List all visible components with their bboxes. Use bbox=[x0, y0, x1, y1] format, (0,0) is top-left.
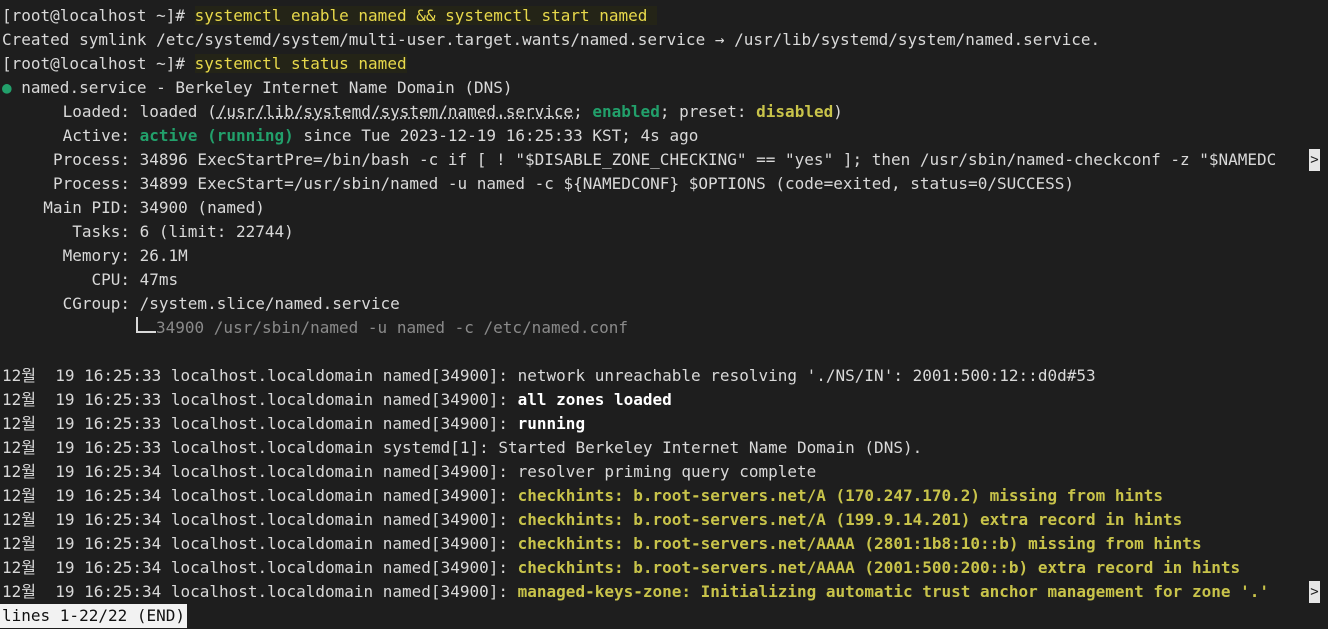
log-message: all zones loaded bbox=[517, 390, 672, 409]
loaded-sep: ; bbox=[573, 102, 593, 121]
memory-label: Memory: bbox=[62, 246, 130, 265]
truncation-marker: > bbox=[1309, 149, 1320, 171]
log-prefix: 12월 19 16:25:34 localhost.localdomain na… bbox=[2, 558, 518, 577]
log-prefix: 12월 19 16:25:34 localhost.localdomain na… bbox=[2, 486, 518, 505]
active-label: Active: bbox=[62, 126, 130, 145]
unit-file-path: /usr/lib/systemd/system/named.service bbox=[216, 102, 574, 121]
process-value: 34896 ExecStartPre=/bin/bash -c if [ ! "… bbox=[130, 150, 1277, 169]
log-message: checkhints: b.root-servers.net/A (199.9.… bbox=[517, 510, 1183, 529]
prompt-line-1: [root@localhost ~]# systemctl enable nam… bbox=[2, 4, 658, 28]
log-prefix: 12월 19 16:25:34 localhost.localdomain na… bbox=[2, 534, 518, 553]
cgroup-child-row: 34900 /usr/sbin/named -u named -c /etc/n… bbox=[2, 316, 628, 340]
loaded-mid: ; preset: bbox=[659, 102, 757, 121]
cgroup-value: /system.slice/named.service bbox=[130, 294, 400, 313]
log-prefix: 12월 19 16:25:33 localhost.localdomain na… bbox=[2, 390, 518, 409]
symlink-output: Created symlink /etc/systemd/system/mult… bbox=[2, 30, 1101, 49]
enabled-state: enabled bbox=[592, 102, 660, 121]
cpu-row: CPU: 47ms bbox=[2, 268, 178, 292]
memory-row: Memory: 26.1M bbox=[2, 244, 188, 268]
log-message: resolver priming query complete bbox=[517, 462, 817, 481]
log-line: 12월 19 16:25:34 localhost.localdomain na… bbox=[2, 484, 1163, 508]
log-line: 12월 19 16:25:34 localhost.localdomain na… bbox=[2, 556, 1240, 580]
terminal-window[interactable]: [root@localhost ~]# systemctl enable nam… bbox=[0, 0, 1328, 629]
status-dot-icon: ● bbox=[2, 78, 12, 97]
log-message: managed-keys-zone: Initializing automati… bbox=[517, 582, 1269, 601]
loaded-end: ) bbox=[833, 102, 843, 121]
truncation-marker: > bbox=[1309, 581, 1320, 603]
process-label: Process: bbox=[52, 174, 130, 193]
command-status: systemctl status named bbox=[194, 54, 407, 73]
tasks-label: Tasks: bbox=[72, 222, 130, 241]
log-line: 12월 19 16:25:33 localhost.localdomain na… bbox=[2, 364, 1096, 388]
log-prefix: 12월 19 16:25:33 localhost.localdomain na… bbox=[2, 414, 518, 433]
log-line: 12월 19 16:25:33 localhost.localdomain na… bbox=[2, 412, 585, 436]
log-message: running bbox=[517, 414, 586, 433]
log-message: checkhints: b.root-servers.net/A (170.24… bbox=[517, 486, 1164, 505]
shell-prompt: [root@localhost ~]# bbox=[2, 54, 195, 73]
process-value: 34899 ExecStart=/usr/sbin/named -u named… bbox=[130, 174, 1075, 193]
cgroup-row: CGroup: /system.slice/named.service bbox=[2, 292, 400, 316]
active-since: since Tue 2023-12-19 16:25:33 KST; 4s ag… bbox=[293, 126, 699, 145]
tasks-row: Tasks: 6 (limit: 22744) bbox=[2, 220, 294, 244]
preset-state: disabled bbox=[756, 102, 834, 121]
cpu-label: CPU: bbox=[91, 270, 130, 289]
loaded-row: Loaded: loaded (/usr/lib/systemd/system/… bbox=[2, 100, 843, 124]
loaded-pre: loaded ( bbox=[130, 102, 217, 121]
loaded-label: Loaded: bbox=[62, 102, 130, 121]
mainpid-row: Main PID: 34900 (named) bbox=[2, 196, 265, 220]
active-row: Active: active (running) since Tue 2023-… bbox=[2, 124, 699, 148]
log-prefix: 12월 19 16:25:34 localhost.localdomain na… bbox=[2, 462, 518, 481]
log-prefix: 12월 19 16:25:34 localhost.localdomain na… bbox=[2, 510, 518, 529]
tree-branch-icon bbox=[136, 316, 156, 333]
log-line: 12월 19 16:25:34 localhost.localdomain na… bbox=[2, 532, 1202, 556]
process-label: Process: bbox=[52, 150, 130, 169]
process-row-1: Process: 34896 ExecStartPre=/bin/bash -c… bbox=[2, 148, 1308, 172]
process-row-2: Process: 34899 ExecStart=/usr/sbin/named… bbox=[2, 172, 1074, 196]
log-message: network unreachable resolving './NS/IN':… bbox=[517, 366, 1096, 385]
pager-status: lines 1-22/22 (END) bbox=[0, 604, 188, 628]
shell-prompt: [root@localhost ~]# bbox=[2, 6, 195, 25]
log-message: checkhints: b.root-servers.net/AAAA (280… bbox=[517, 534, 1202, 553]
log-line: 12월 19 16:25:34 localhost.localdomain na… bbox=[2, 508, 1182, 532]
log-line: 12월 19 16:25:34 localhost.localdomain na… bbox=[2, 460, 816, 484]
command-enable-start: systemctl enable named && systemctl star… bbox=[194, 6, 658, 25]
cgroup-child-process: 34900 /usr/sbin/named -u named -c /etc/n… bbox=[156, 318, 629, 337]
log-line: 12월 19 16:25:33 localhost.localdomain sy… bbox=[2, 436, 922, 460]
memory-value: 26.1M bbox=[130, 246, 188, 265]
active-state: active (running) bbox=[139, 126, 294, 145]
tasks-value: 6 (limit: 22744) bbox=[130, 222, 294, 241]
unit-header: ● named.service - Berkeley Internet Name… bbox=[2, 76, 513, 100]
log-prefix: 12월 19 16:25:33 localhost.localdomain sy… bbox=[2, 438, 499, 457]
log-message: Started Berkeley Internet Name Domain (D… bbox=[498, 438, 923, 457]
mainpid-label: Main PID: bbox=[43, 198, 130, 217]
mainpid-value: 34900 (named) bbox=[130, 198, 265, 217]
cpu-value: 47ms bbox=[130, 270, 179, 289]
log-line: 12월 19 16:25:33 localhost.localdomain na… bbox=[2, 388, 672, 412]
prompt-line-2: [root@localhost ~]# systemctl status nam… bbox=[2, 52, 407, 76]
log-prefix: 12월 19 16:25:33 localhost.localdomain na… bbox=[2, 366, 518, 385]
log-prefix: 12월 19 16:25:34 localhost.localdomain na… bbox=[2, 582, 518, 601]
cgroup-label: CGroup: bbox=[62, 294, 130, 313]
unit-title: named.service - Berkeley Internet Name D… bbox=[11, 78, 513, 97]
log-line: 12월 19 16:25:34 localhost.localdomain na… bbox=[2, 580, 1308, 604]
log-message: checkhints: b.root-servers.net/AAAA (200… bbox=[517, 558, 1241, 577]
